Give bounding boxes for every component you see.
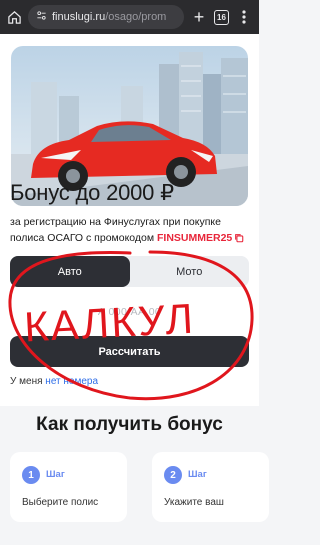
tab-auto[interactable]: Авто [10, 256, 130, 287]
step-label: Шаг [46, 469, 65, 480]
step-text: Укажите ваш [164, 497, 224, 508]
promo-subtitle: за регистрацию на Финуслугах при покупке… [10, 214, 250, 248]
new-tab-icon[interactable]: + [190, 7, 208, 27]
browser-toolbar: finuslugi.ru/osago/prom + 16 [0, 0, 259, 34]
address-bar[interactable]: finuslugi.ru/osago/prom [28, 5, 184, 29]
step-number: 2 [164, 466, 182, 484]
copy-icon[interactable] [234, 232, 244, 248]
tab-moto[interactable]: Мото [130, 256, 250, 287]
plate-number-input[interactable]: А 000 АА 00 [10, 298, 249, 326]
calculate-button[interactable]: Рассчитать [10, 336, 249, 367]
step-card: 1 Шаг Выберите полис [10, 452, 127, 522]
tab-switcher-button[interactable]: 16 [214, 9, 229, 25]
how-to-title: Как получить бонус [36, 414, 223, 435]
promo-card: Бонус до 2000 ₽ за регистрацию на Финусл… [0, 34, 259, 406]
home-icon[interactable] [6, 9, 22, 25]
no-plate-link[interactable]: нет номера [45, 376, 98, 387]
vehicle-type-switch: Авто Мото [10, 256, 249, 287]
no-plate-row: У меня нет номера [10, 376, 99, 387]
page-title: Бонус до 2000 ₽ [10, 180, 174, 205]
step-number: 1 [22, 466, 40, 484]
step-label: Шаг [188, 469, 207, 480]
step-text: Выберите полис [22, 497, 99, 508]
menu-dots-icon[interactable] [235, 8, 253, 26]
promo-code: FINSUMMER25 [157, 232, 233, 244]
site-settings-icon[interactable] [36, 8, 47, 26]
url-text: finuslugi.ru/osago/prom [52, 11, 167, 23]
step-card: 2 Шаг Укажите ваш [152, 452, 269, 522]
